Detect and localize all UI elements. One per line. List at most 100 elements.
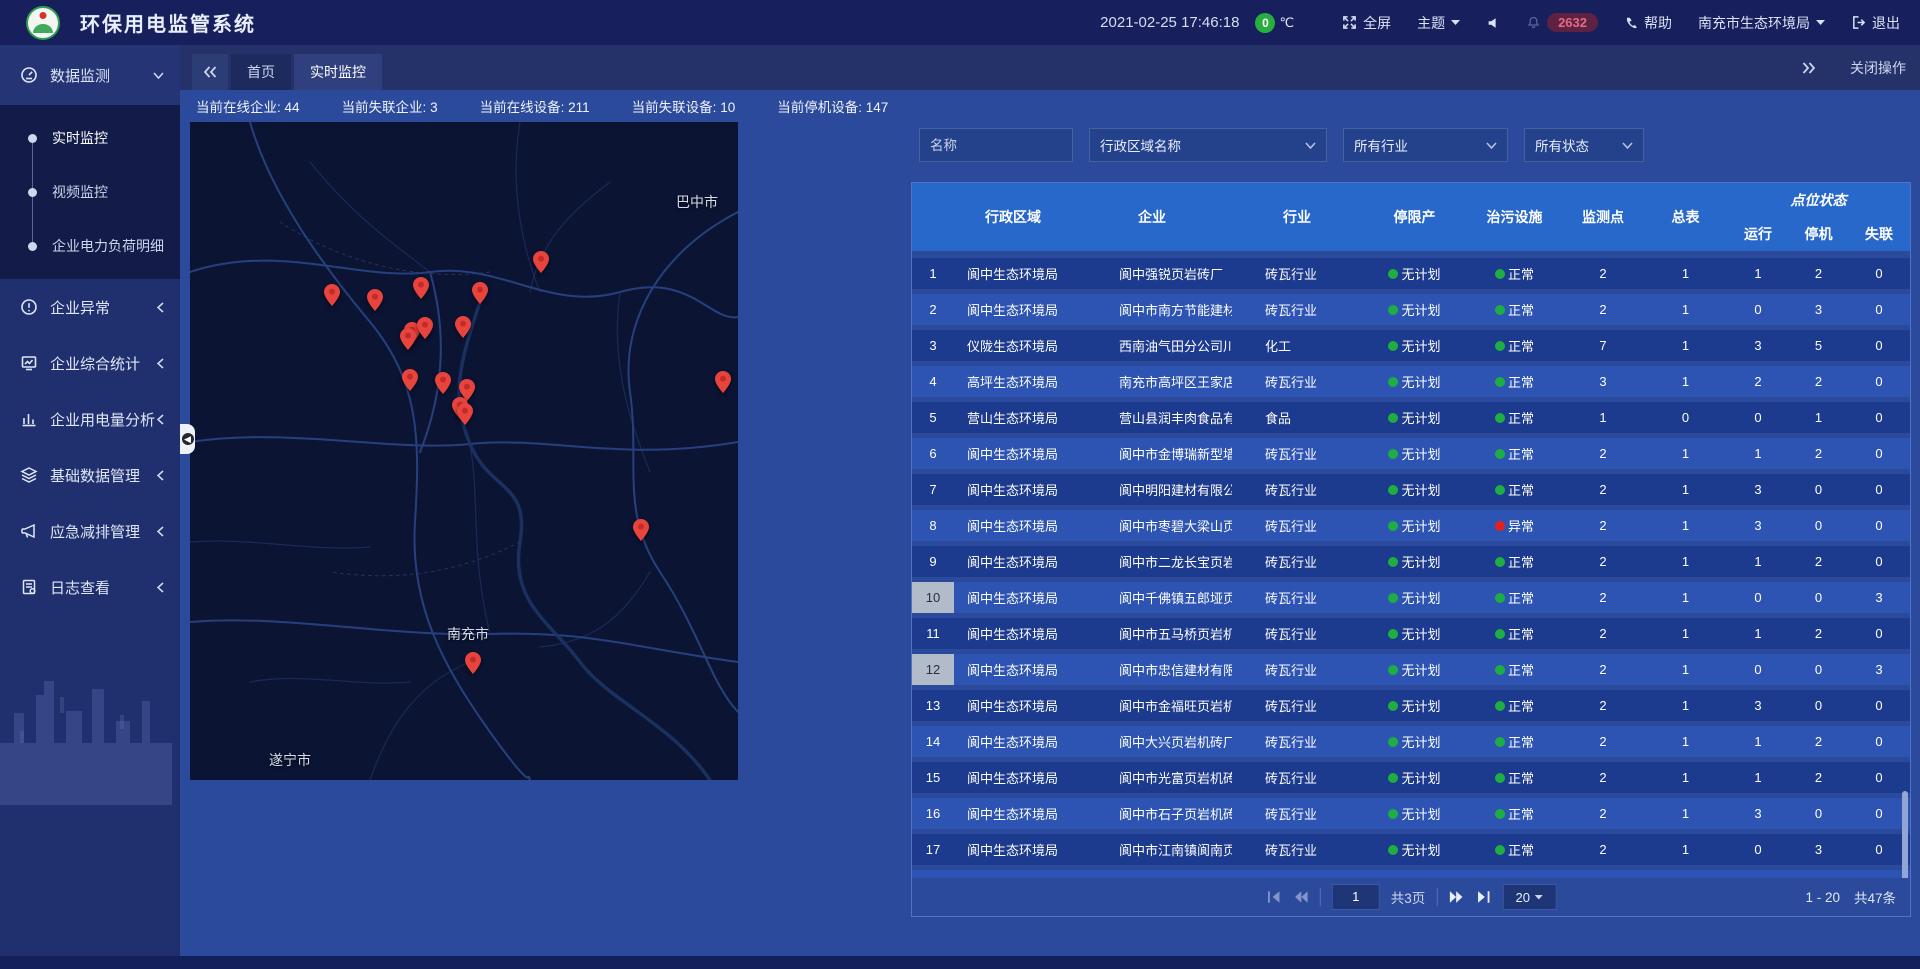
row-index-cell: 2 — [912, 294, 954, 325]
lost-count-cell: 0 — [1848, 690, 1910, 721]
table-row[interactable]: 10 阆中生态环境局 阆中千佛镇五郎垭页岩 砖瓦行业 无计划 正常 2 1 0 … — [912, 582, 1910, 613]
table-row[interactable]: 18 南部生态环境局 南部县砌兴页岩有限公 建材加工 无计划 正常 6 2 3 … — [912, 870, 1910, 878]
map-pin[interactable] — [533, 251, 549, 273]
table-row[interactable]: 13 阆中生态环境局 阆中市金福旺页岩机砖 砖瓦行业 无计划 正常 2 1 3 … — [912, 690, 1910, 721]
table-row[interactable]: 9 阆中生态环境局 阆中市二龙长宝页岩砖 砖瓦行业 无计划 正常 2 1 1 2… — [912, 546, 1910, 577]
prev-page-button[interactable] — [1293, 889, 1309, 905]
map-pin[interactable] — [715, 371, 731, 393]
map-panel[interactable]: 巴中市南充市遂宁市 — [190, 122, 738, 780]
sidebar-item-log-view[interactable]: 日志查看 — [0, 559, 180, 615]
industry-cell: 食品 — [1232, 402, 1362, 433]
tabs-scroll-left-button[interactable] — [192, 54, 228, 90]
facility-cell: 正常 — [1467, 654, 1562, 685]
notifications[interactable]: 2632 — [1526, 13, 1598, 32]
map-pin[interactable] — [465, 652, 481, 674]
map-pin[interactable] — [324, 284, 340, 306]
submenu-item[interactable]: 视频监控 — [0, 165, 180, 219]
close-operations-button[interactable]: 关闭操作 — [1850, 58, 1906, 78]
industry-cell: 化工 — [1232, 330, 1362, 361]
run-count-cell: 1 — [1727, 618, 1789, 649]
map-pin[interactable] — [413, 277, 429, 299]
divider — [1436, 888, 1437, 906]
lost-count-cell: 0 — [1848, 762, 1910, 793]
region-cell: 阆中生态环境局 — [954, 726, 1072, 757]
table-row[interactable]: 1 阆中生态环境局 阆中强锐页岩砖厂 砖瓦行业 无计划 正常 2 1 1 2 0 — [912, 258, 1910, 289]
map-pin[interactable] — [455, 316, 471, 338]
map-pin[interactable] — [402, 369, 418, 391]
map-pin[interactable] — [435, 372, 451, 394]
help-button[interactable]: 帮助 — [1624, 13, 1672, 33]
exit-button[interactable]: 退出 — [1851, 13, 1900, 33]
sidebar-item-enterprise-statistics[interactable]: 企业综合统计 — [0, 335, 180, 391]
map-pin[interactable] — [472, 282, 488, 304]
region-cell: 南部生态环境局 — [954, 870, 1072, 878]
status-select[interactable]: 所有状态 — [1524, 128, 1644, 162]
table-row[interactable]: 17 阆中生态环境局 阆中市江南镇阆南页岩 砖瓦行业 无计划 正常 2 1 0 … — [912, 834, 1910, 865]
header-facility: 治污设施 — [1467, 183, 1562, 251]
region-select[interactable]: 行政区域名称 — [1089, 128, 1327, 162]
submenu-item[interactable]: 企业电力负荷明细 — [0, 219, 180, 273]
facility-status-dot — [1495, 269, 1505, 279]
table-row[interactable]: 16 阆中生态环境局 阆中市石子页岩机砖厂 砖瓦行业 无计划 正常 2 1 3 … — [912, 798, 1910, 829]
row-index-cell: 10 — [912, 582, 954, 613]
fullscreen-button[interactable]: 全屏 — [1342, 13, 1391, 33]
table-row[interactable]: 8 阆中生态环境局 阆中市枣碧大梁山页岩 砖瓦行业 无计划 异常 2 1 3 0… — [912, 510, 1910, 541]
table-row[interactable]: 2 阆中生态环境局 阆中市南方节能建材有 砖瓦行业 无计划 正常 2 1 0 3… — [912, 294, 1910, 325]
sidebar-item-base-data[interactable]: 基础数据管理 — [0, 447, 180, 503]
map-pin[interactable] — [367, 289, 383, 311]
total-meter-cell: 1 — [1644, 654, 1727, 685]
sidebar-item-enterprise-abnormal[interactable]: 企业异常 — [0, 279, 180, 335]
industry-cell: 砖瓦行业 — [1232, 294, 1362, 325]
last-page-button[interactable] — [1475, 889, 1491, 905]
map-pin[interactable] — [457, 403, 473, 425]
page-size-select[interactable]: 20 — [1502, 884, 1556, 910]
double-chevron-right-icon[interactable] — [1802, 62, 1816, 74]
row-index-cell: 16 — [912, 798, 954, 829]
chevron-left-icon — [157, 358, 164, 369]
table-row[interactable]: 7 阆中生态环境局 阆中明阳建材有限公司 砖瓦行业 无计划 正常 2 1 3 0… — [912, 474, 1910, 505]
first-page-button[interactable] — [1266, 889, 1282, 905]
sidebar-item-data-monitor[interactable]: 数据监测 — [0, 45, 180, 105]
total-meter-cell: 1 — [1644, 726, 1727, 757]
user-menu[interactable]: 南充市生态环境局 — [1698, 13, 1825, 33]
next-page-button[interactable] — [1448, 889, 1464, 905]
industry-cell: 砖瓦行业 — [1232, 762, 1362, 793]
mute-button[interactable] — [1486, 16, 1500, 30]
table-row[interactable]: 12 阆中生态环境局 阆中市忠信建材有限公 砖瓦行业 无计划 正常 2 1 0 … — [912, 654, 1910, 685]
submenu-item[interactable]: 实时监控 — [0, 111, 180, 165]
table-row[interactable]: 3 仪陇生态环境局 西南油气田分公司川中 化工 无计划 正常 7 1 3 5 0 — [912, 330, 1910, 361]
map-pin[interactable] — [400, 328, 416, 350]
row-index-cell: 8 — [912, 510, 954, 541]
page-input[interactable]: 1 — [1332, 884, 1380, 910]
header-total: 总表 — [1644, 183, 1727, 251]
run-count-cell: 3 — [1727, 330, 1789, 361]
map-pin[interactable] — [417, 317, 433, 339]
facility-status-dot — [1495, 773, 1505, 783]
table-row[interactable]: 11 阆中生态环境局 阆中市五马桥页岩机砖 砖瓦行业 无计划 正常 2 1 1 … — [912, 618, 1910, 649]
table-row[interactable]: 14 阆中生态环境局 阆中大兴页岩机砖厂 砖瓦行业 无计划 正常 2 1 1 2… — [912, 726, 1910, 757]
speaker-icon — [1486, 16, 1500, 30]
table-row[interactable]: 15 阆中生态环境局 阆中市光富页岩机砖厂 砖瓦行业 无计划 正常 2 1 1 … — [912, 762, 1910, 793]
theme-menu[interactable]: 主题 — [1417, 13, 1460, 33]
tab[interactable]: 首页 ✕ — [231, 54, 291, 90]
table-row[interactable]: 4 高坪生态环境局 南充市高坪区王家店建 砖瓦行业 无计划 正常 3 1 2 2… — [912, 366, 1910, 397]
sidebar-item-emergency-reduction[interactable]: 应急减排管理 — [0, 503, 180, 559]
table-row[interactable]: 6 阆中生态环境局 阆中市金博瑞新型墙材 砖瓦行业 无计划 正常 2 1 1 2… — [912, 438, 1910, 469]
industry-select[interactable]: 所有行业 — [1343, 128, 1508, 162]
production-cell: 无计划 — [1362, 258, 1467, 289]
header-region: 行政区域 — [954, 183, 1072, 251]
map-pin[interactable] — [633, 519, 649, 541]
bar-chart-icon — [20, 410, 38, 428]
name-search-input[interactable] — [919, 128, 1073, 162]
sidebar-item-power-analysis[interactable]: 企业用电量分析 — [0, 391, 180, 447]
header-production: 停限产 — [1362, 183, 1467, 251]
sidebar-collapse-handle[interactable]: ◀ — [180, 424, 195, 454]
stat-label: 当前失联设备: — [632, 100, 717, 115]
stop-count-cell: 2 — [1789, 258, 1848, 289]
industry-cell: 砖瓦行业 — [1232, 546, 1362, 577]
stop-count-cell: 3 — [1789, 834, 1848, 865]
table-row[interactable]: 5 营山生态环境局 营山县润丰肉食品有限 食品 无计划 正常 1 0 0 1 0 — [912, 402, 1910, 433]
stop-count-cell: 0 — [1789, 510, 1848, 541]
facility-cell: 正常 — [1467, 474, 1562, 505]
tab[interactable]: 实时监控 ✕ — [294, 54, 382, 90]
